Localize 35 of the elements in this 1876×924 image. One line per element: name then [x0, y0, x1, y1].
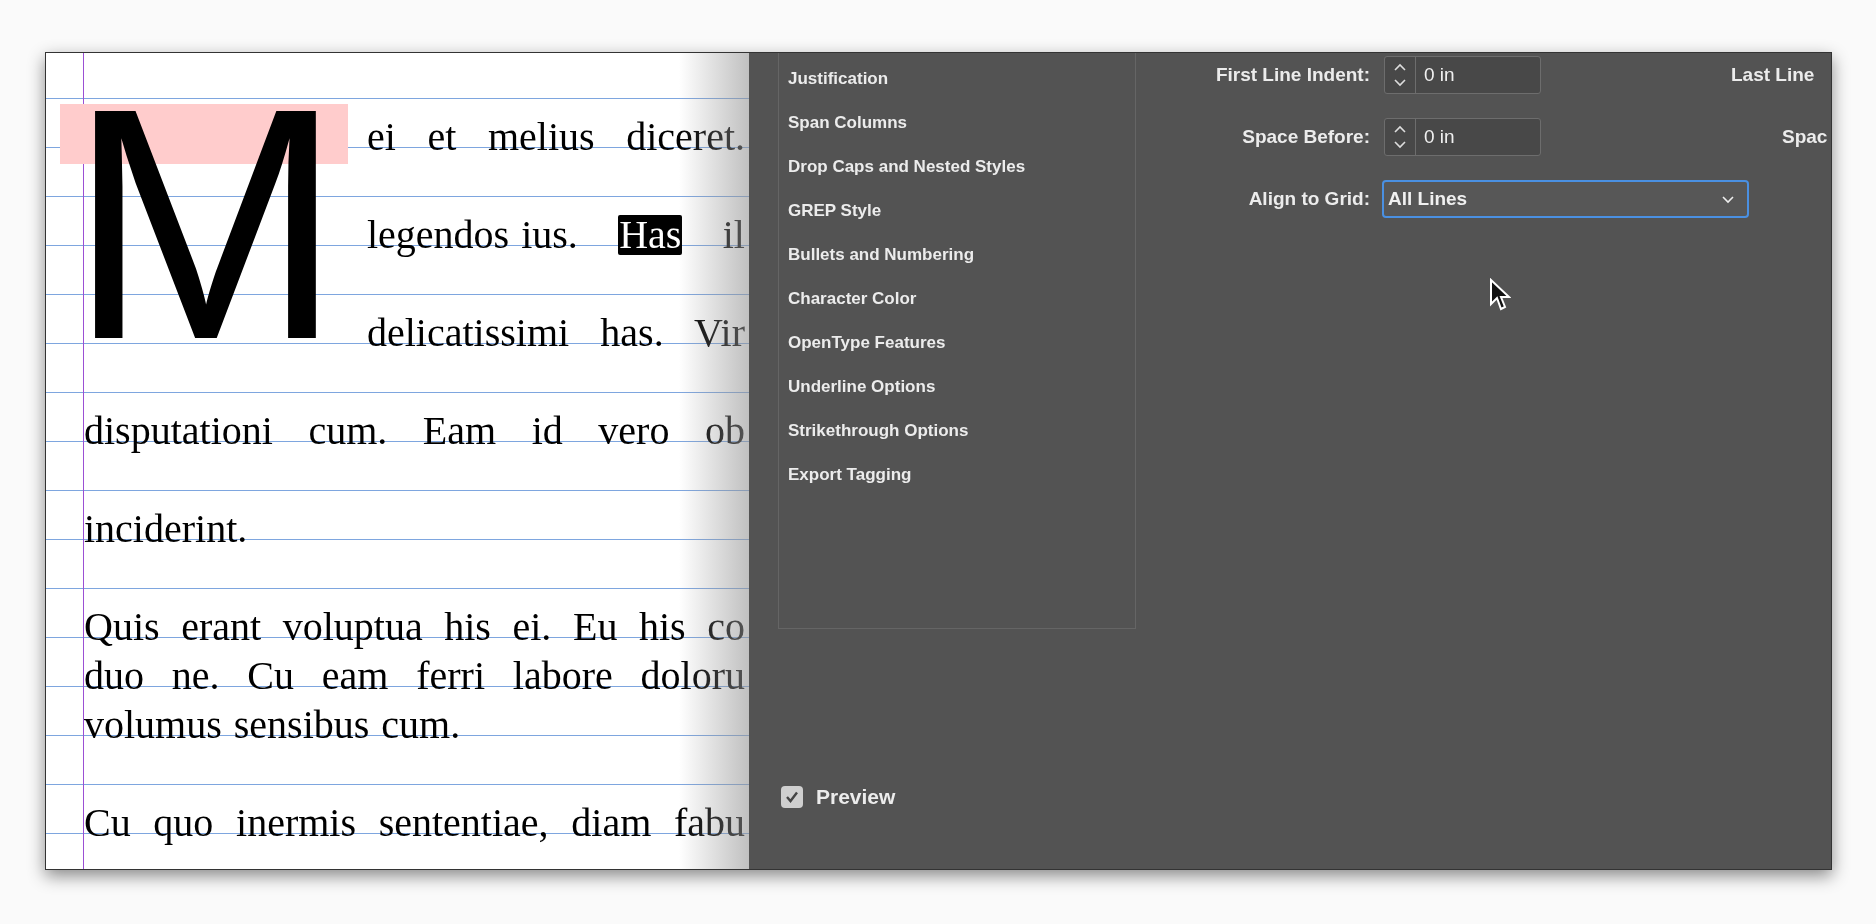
checkmark-icon	[784, 790, 800, 804]
mouse-pointer-icon	[1489, 278, 1511, 312]
category-item[interactable]: OpenType Features	[788, 321, 1135, 365]
field-label: Align to Grid:	[1247, 188, 1370, 210]
text-line: Quis erant voluptua his ei. Eu his co	[84, 603, 745, 651]
text-line: legendos ius.	[367, 211, 578, 259]
spinner-field[interactable]: 0 in	[1384, 56, 1541, 94]
preview-checkbox[interactable]	[781, 786, 803, 808]
text-line: inciderint.	[84, 505, 248, 553]
stepper-arrows-icon[interactable]	[1393, 62, 1407, 88]
category-item[interactable]: Character Color	[788, 277, 1135, 321]
field-label: First Line Indent:	[1214, 64, 1370, 86]
field-label: Spac	[1782, 126, 1828, 148]
text-line: delicatissimi has. Vir	[367, 309, 745, 357]
category-item[interactable]: Drop Caps and Nested Styles	[788, 145, 1135, 189]
text-line: volumus sensibus cum.	[84, 701, 461, 749]
text-line: ei et melius diceret.	[367, 113, 745, 161]
text-line: Cu quo inermis sententiae, diam fabu	[84, 799, 745, 847]
text-line: il	[722, 211, 745, 259]
category-item[interactable]: Bullets and Numbering	[788, 233, 1135, 277]
preview-label: Preview	[816, 785, 896, 809]
stepper-arrows-icon[interactable]	[1393, 124, 1407, 150]
text-line: disputationi cum. Eam id vero ob	[84, 407, 745, 455]
spinner-field[interactable]: 0 in	[1384, 118, 1541, 156]
category-item[interactable]: Strikethrough Options	[788, 409, 1135, 453]
field-label: Last Line	[1731, 64, 1815, 86]
category-item[interactable]: Justification	[788, 57, 1135, 101]
field-label: Space Before:	[1241, 126, 1370, 148]
category-item[interactable]: Span Columns	[788, 101, 1135, 145]
category-item[interactable]: GREP Style	[788, 189, 1135, 233]
chevron-down-icon	[1721, 194, 1735, 204]
category-item[interactable]: Underline Options	[788, 365, 1135, 409]
category-item[interactable]: Export Tagging	[788, 453, 1135, 497]
text-line: duo ne. Cu eam ferri labore doloru	[84, 652, 745, 700]
dropdown[interactable]: All Lines	[1382, 180, 1749, 218]
